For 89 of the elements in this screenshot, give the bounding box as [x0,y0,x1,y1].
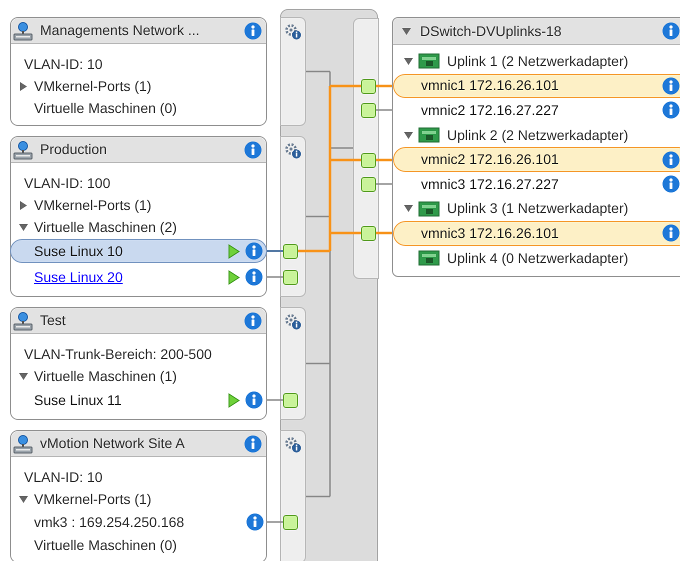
adapter-row[interactable]: vmnic3 172.16.27.227 [393,172,680,197]
property-text: VLAN-Trunk-Bereich: 200-500 [24,344,212,364]
connector-line [376,183,392,185]
adapter-name[interactable]: vmnic2 172.16.26.101 [421,149,662,170]
network-card-icon [418,126,440,144]
adapter-row[interactable]: vmnic2 172.16.27.227 [393,98,680,123]
port-icon[interactable] [361,176,376,192]
card-title: vMotion Network Site A [40,434,186,453]
uplink-label[interactable]: Uplink 4 (0 Netzwerkadapter) [447,248,628,269]
property-text: VLAN-ID: 10 [24,54,103,74]
triangle-down-icon[interactable] [404,130,413,140]
vmkernel-port-text[interactable]: vmk3 : 169.254.250.168 [34,512,246,532]
info-icon[interactable] [244,434,262,452]
active-connector-line [376,158,392,162]
adapter-name[interactable]: vmnic2 172.16.27.227 [421,100,662,121]
section-label[interactable]: VMkernel-Ports (1) [34,488,152,510]
info-icon[interactable] [244,312,262,330]
vm-name[interactable]: Suse Linux 11 [34,390,223,410]
info-icon[interactable] [245,268,263,286]
vm-name[interactable]: Suse Linux 20 [34,266,223,288]
adapter-name[interactable]: vmnic1 172.16.26.101 [421,75,662,96]
card-title: Test [40,311,67,330]
uplink-label[interactable]: Uplink 1 (2 Netzwerkadapter) [447,50,628,72]
uplink-label[interactable]: Uplink 2 (2 Netzwerkadapter) [447,124,628,146]
triangle-down-icon[interactable] [19,494,28,504]
info-icon[interactable] [244,22,262,40]
triangle-down-icon[interactable] [404,204,413,214]
port-icon[interactable] [361,152,376,168]
connector-line [376,109,392,111]
connector-line [266,521,283,523]
play-icon[interactable] [228,244,240,258]
gear-icon[interactable] [284,24,302,40]
info-icon[interactable] [662,224,680,242]
gear-icon[interactable] [284,143,302,159]
section-label[interactable]: VMkernel-Ports (1) [34,76,152,96]
info-icon[interactable] [662,101,680,120]
info-icon[interactable] [245,391,263,409]
card-title: Production [40,140,108,159]
section-label[interactable]: Virtuelle Maschinen (1) [34,366,177,386]
vm-link-line [266,250,283,252]
property-text: VLAN-ID: 10 [24,468,103,486]
gear-icon[interactable] [284,437,302,453]
gear-icon[interactable] [284,314,302,330]
connector-line [266,276,283,278]
info-icon[interactable] [662,150,680,169]
play-icon[interactable] [228,270,240,284]
active-connector-line [376,232,392,234]
section-label[interactable]: VMkernel-Ports (1) [34,194,152,216]
triangle-down-icon[interactable] [19,372,28,380]
card-title: DSwitch-DVUplinks-18 [420,22,563,41]
triangle-right-icon[interactable] [19,200,28,210]
triangle-down-icon[interactable] [19,222,28,232]
info-icon[interactable] [662,76,680,95]
info-icon[interactable] [246,513,264,531]
adapter-row[interactable]: vmnic2 172.16.26.101 [393,147,680,172]
connector-line [266,399,283,401]
info-icon[interactable] [244,140,262,158]
port-icon[interactable] [361,78,376,94]
section-label[interactable]: Virtuelle Maschinen (2) [34,216,177,238]
vm-row[interactable]: Suse Linux 11 [10,388,267,412]
network-card-icon [418,52,440,70]
port-icon[interactable] [283,514,298,530]
port-icon[interactable] [283,270,298,284]
port-icon[interactable] [283,392,298,408]
section-label[interactable]: Virtuelle Maschinen (0) [34,534,177,556]
port-icon[interactable] [361,226,376,240]
active-connector-line [376,84,392,88]
section-label[interactable]: Virtuelle Maschinen (0) [34,98,177,118]
info-icon[interactable] [662,22,680,40]
network-card-icon [418,200,440,218]
uplink-label[interactable]: Uplink 3 (1 Netzwerkadapter) [447,198,628,220]
card-title: Managements Network ... [40,21,201,40]
adapter-name[interactable]: vmnic3 172.16.27.227 [421,174,662,195]
network-card-icon [418,249,440,268]
vm-name[interactable]: Suse Linux 10 [34,240,223,262]
vm-row[interactable]: Suse Linux 20 [10,265,267,289]
adapter-row[interactable]: vmnic3 172.16.26.101 [393,221,680,246]
play-icon[interactable] [228,392,240,408]
port-icon[interactable] [361,102,376,118]
info-icon[interactable] [245,242,263,260]
port-icon[interactable] [283,244,298,258]
triangle-right-icon[interactable] [19,82,28,90]
adapter-row[interactable]: vmnic1 172.16.26.101 [393,74,680,98]
triangle-down-icon[interactable] [404,56,413,66]
triangle-down-icon[interactable] [402,26,411,36]
adapter-name[interactable]: vmnic3 172.16.26.101 [421,222,662,244]
vm-row[interactable]: Suse Linux 10 [10,239,267,263]
info-icon[interactable] [662,175,680,194]
property-text: VLAN-ID: 100 [24,174,110,192]
